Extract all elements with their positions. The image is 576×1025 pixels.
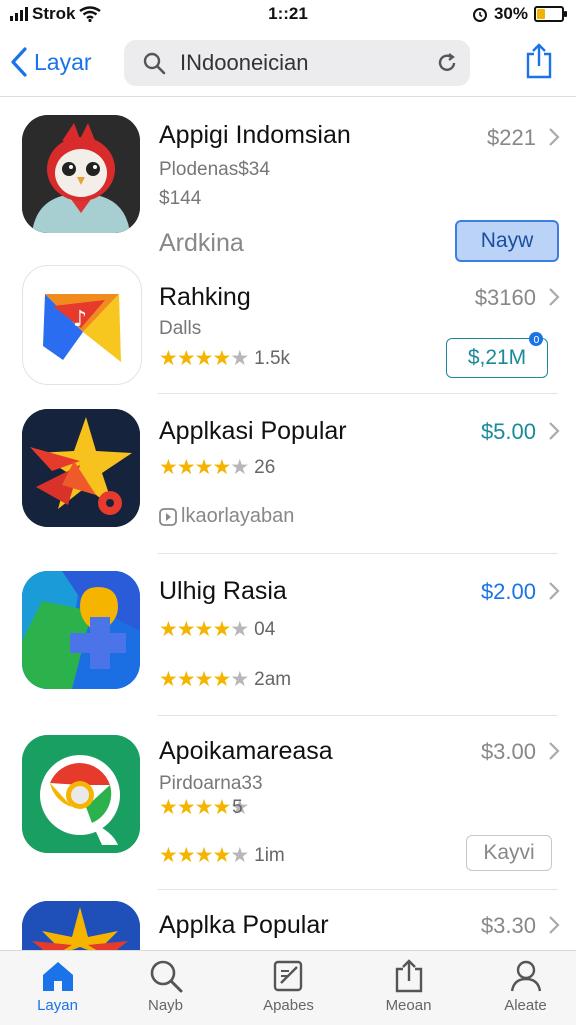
tab-label: Apabes: [263, 997, 314, 1014]
music-arrow-icon: ♪: [43, 294, 121, 362]
app-icon-star: [22, 409, 140, 527]
search-field[interactable]: INdooneician: [124, 40, 470, 86]
app-price: $3160: [474, 285, 536, 310]
status-bar: Strok 1::21 30%: [0, 0, 576, 30]
star-burst-icon: [22, 409, 140, 527]
divider: [158, 715, 558, 716]
tab-bar: Layan Nayb Apabes Meoan Aleate: [0, 950, 576, 1025]
chevron-right-icon: [549, 128, 560, 146]
home-icon: [42, 962, 73, 991]
info-badge-icon: 0: [529, 332, 543, 346]
divider: [158, 393, 558, 394]
app-price: $5.00: [480, 419, 536, 444]
star-rating-icon: ★★★★★: [159, 347, 249, 370]
get-button[interactable]: Nayw: [455, 220, 559, 262]
app-subtitle: Pirdoarna33: [159, 773, 263, 794]
back-button[interactable]: Layar: [10, 44, 92, 80]
browser-ring-icon: [22, 735, 140, 853]
star-rating-icon: ★★★★★: [159, 456, 249, 479]
rating-secondary: ★★★★★ 1im: [159, 843, 285, 868]
app-row[interactable]: Apoikamareasa Pirdoarna33 ★★★★★ 5 ★★★★★ …: [0, 717, 576, 887]
navigation-bar: Layar INdooneician: [0, 30, 576, 97]
app-price: $221: [487, 125, 536, 150]
chevron-right-icon: [549, 916, 560, 934]
rating-secondary: ★★★★★ 2am: [159, 667, 291, 692]
updates-icon: [395, 959, 422, 993]
map-pin-icon: [22, 571, 140, 689]
app-title: Rahking: [159, 283, 251, 311]
app-subtitle: Plodenas$34: [159, 159, 270, 180]
tab-apps[interactable]: Apabes: [231, 959, 346, 1014]
rating: ★★★★★ 1.5k: [159, 346, 290, 371]
tab-profile[interactable]: Aleate: [468, 959, 576, 1014]
app-row[interactable]: Applkasi Popular ★★★★★ 26 lkaorlayaban $…: [0, 395, 576, 555]
chevron-right-icon: [549, 422, 560, 440]
app-list: Appigi Indomsian Plodenas$34 $144 Ardkin…: [0, 97, 576, 950]
rating-count: 04: [254, 618, 276, 640]
app-title: Applka Popular: [159, 911, 329, 939]
tab-home[interactable]: Layan: [0, 959, 115, 1014]
rating-count: 1im: [254, 844, 285, 866]
profile-icon: [510, 960, 541, 992]
star-burst-icon: [22, 901, 140, 950]
svg-text:♪: ♪: [73, 307, 87, 332]
app-price: $2.00: [480, 579, 536, 604]
app-title: Applkasi Popular: [159, 417, 347, 445]
rating-count: 26: [254, 456, 276, 478]
app-icon-popular: [22, 901, 140, 950]
app-title: Apoikamareasa: [159, 737, 333, 765]
apps-icon: [273, 960, 302, 992]
bird-mascot-icon: [22, 115, 140, 233]
app-icon-ranking: ♪: [22, 265, 142, 385]
search-icon: [150, 960, 182, 993]
app-title: Ulhig Rasia: [159, 577, 287, 605]
star-rating-icon: ★★★★★: [159, 618, 249, 641]
app-row[interactable]: Ulhig Rasia ★★★★★ 04 ★★★★★ 2am $2.00: [0, 555, 576, 715]
divider: [158, 889, 558, 890]
reload-icon[interactable]: [436, 52, 458, 74]
rating: ★★★★★ 04: [159, 617, 275, 642]
rating: ★★★★★ 26: [159, 455, 275, 480]
svg-text:0: 0: [533, 335, 539, 346]
divider: [158, 553, 558, 554]
chevron-left-icon: [11, 47, 27, 77]
share-icon[interactable]: [524, 42, 554, 80]
app-subtitle: Dalls: [159, 318, 202, 339]
app-row[interactable]: Applka Popular $3.30: [0, 891, 576, 950]
app-extra-label: Ardkina: [159, 229, 244, 257]
app-icon-bird: [22, 115, 140, 233]
chevron-right-icon: [549, 288, 560, 306]
app-row[interactable]: ♪ Rahking Dalls ★★★★★ 1.5k $3160 $,21M 0: [0, 265, 576, 395]
get-button[interactable]: Kayvi: [466, 835, 552, 871]
app-extra-label: lkaorlayaban: [159, 505, 294, 528]
tab-label: Meoan: [385, 997, 432, 1014]
back-label: Layar: [34, 48, 92, 75]
battery-percent: 30%: [493, 4, 528, 23]
rating-count: 5: [232, 796, 243, 818]
app-price: $3.00: [480, 739, 536, 764]
app-icon-browser: [22, 735, 140, 853]
search-icon: [143, 52, 166, 75]
battery-icon: [534, 6, 567, 22]
alarm-icon: [472, 8, 487, 22]
app-title: Appigi Indomsian: [159, 121, 351, 149]
tab-label: Aleate: [504, 997, 547, 1014]
chevron-right-icon: [549, 582, 560, 600]
app-price: $3.30: [480, 913, 536, 938]
rating-count: 1.5k: [254, 347, 291, 369]
chevron-right-icon: [549, 742, 560, 760]
tab-label: Layan: [37, 997, 78, 1014]
rating-count: 2am: [254, 668, 292, 690]
app-subtitle-price: $144: [159, 188, 202, 209]
tab-search[interactable]: Nayb: [108, 959, 223, 1014]
tab-label: Nayb: [147, 997, 184, 1014]
star-rating-icon: ★★★★★: [159, 668, 249, 691]
app-row[interactable]: Appigi Indomsian Plodenas$34 $144 Ardkin…: [0, 97, 576, 265]
star-rating-icon: ★★★★★: [159, 844, 249, 867]
search-input[interactable]: INdooneician: [180, 50, 436, 76]
play-badge-icon: [159, 507, 177, 526]
app-icon-maps: [22, 571, 140, 689]
tab-updates[interactable]: Meoan: [351, 959, 466, 1014]
rating: ★★★★★ 5: [159, 795, 249, 820]
